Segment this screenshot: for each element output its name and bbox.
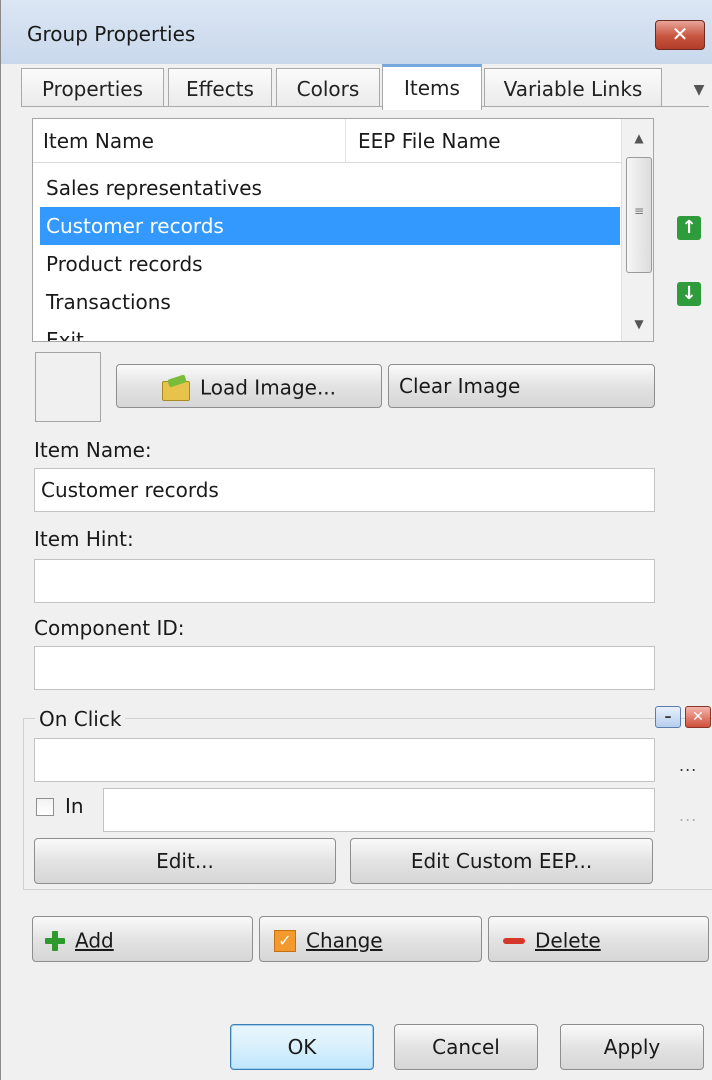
- change-button[interactable]: ✓ Change: [259, 916, 482, 962]
- item-name-label: Item Name:: [34, 438, 152, 462]
- scroll-up-icon[interactable]: ▲: [622, 121, 653, 155]
- browse-in-button[interactable]: ...: [679, 806, 697, 825]
- load-image-button[interactable]: Load Image...: [116, 364, 382, 408]
- apply-button[interactable]: Apply: [560, 1024, 704, 1070]
- checkmark-icon: ✓: [274, 929, 296, 952]
- browse-action-button[interactable]: ...: [679, 756, 697, 775]
- folder-open-icon: [161, 377, 190, 401]
- move-item-up-icon[interactable]: ↑: [677, 216, 701, 240]
- minimize-group-icon[interactable]: –: [655, 706, 681, 728]
- tab-effects[interactable]: Effects: [168, 68, 272, 110]
- tab-overflow-dropdown-icon[interactable]: ▼: [685, 76, 712, 104]
- list-item[interactable]: Exit: [40, 321, 620, 341]
- window-title: Group Properties: [27, 22, 196, 46]
- on-click-group-title: On Click: [35, 707, 126, 731]
- items-list[interactable]: Item Name EEP File Name Sales representa…: [32, 118, 654, 342]
- in-checkbox-label: In: [65, 794, 84, 818]
- close-button[interactable]: ✕: [655, 20, 705, 50]
- scroll-down-icon[interactable]: ▼: [622, 307, 653, 341]
- list-item[interactable]: Transactions: [40, 283, 620, 321]
- tab-variable-links[interactable]: Variable Links: [484, 68, 662, 110]
- tab-strip: Properties Effects Colors Items Variable…: [1, 64, 712, 110]
- delete-button[interactable]: Delete: [488, 916, 709, 962]
- grip-icon: ≡: [634, 204, 645, 218]
- list-item[interactable]: Sales representatives: [40, 169, 620, 207]
- tab-properties[interactable]: Properties: [21, 68, 164, 110]
- items-list-scrollbar[interactable]: ▲ ≡ ▼: [621, 119, 653, 341]
- item-hint-label: Item Hint:: [34, 527, 134, 551]
- move-item-down-icon[interactable]: ↓: [677, 282, 701, 306]
- title-bar: Group Properties ✕: [1, 0, 712, 64]
- item-hint-field[interactable]: [34, 559, 655, 603]
- in-target-field[interactable]: [103, 788, 655, 832]
- component-id-label: Component ID:: [34, 616, 185, 640]
- minus-icon: [503, 937, 525, 944]
- add-button[interactable]: Add: [32, 916, 253, 962]
- tab-colors[interactable]: Colors: [276, 68, 380, 110]
- scroll-thumb[interactable]: ≡: [626, 157, 652, 273]
- list-item-selected[interactable]: Customer records: [40, 207, 620, 245]
- edit-custom-eep-button[interactable]: Edit Custom EEP...: [350, 838, 653, 884]
- plus-icon: [45, 930, 65, 951]
- in-checkbox[interactable]: [36, 798, 54, 816]
- clear-image-button[interactable]: Clear Image: [388, 364, 655, 408]
- column-header-eep-file-name[interactable]: EEP File Name: [345, 119, 621, 163]
- column-header-item-name[interactable]: Item Name: [43, 119, 343, 163]
- group-properties-dialog: Group Properties ✕ Properties Effects Co…: [0, 0, 712, 1080]
- ok-button[interactable]: OK: [230, 1024, 374, 1070]
- items-list-header: Item Name EEP File Name: [33, 119, 621, 163]
- on-click-action-field[interactable]: [34, 738, 655, 782]
- tab-items[interactable]: Items: [382, 64, 482, 110]
- remove-group-icon[interactable]: ✕: [685, 706, 711, 728]
- cancel-button[interactable]: Cancel: [394, 1024, 538, 1070]
- component-id-field[interactable]: [34, 646, 655, 690]
- item-image-preview: [35, 352, 101, 422]
- list-item[interactable]: Product records: [40, 245, 620, 283]
- edit-button[interactable]: Edit...: [34, 838, 336, 884]
- item-name-field[interactable]: Customer records: [34, 468, 655, 512]
